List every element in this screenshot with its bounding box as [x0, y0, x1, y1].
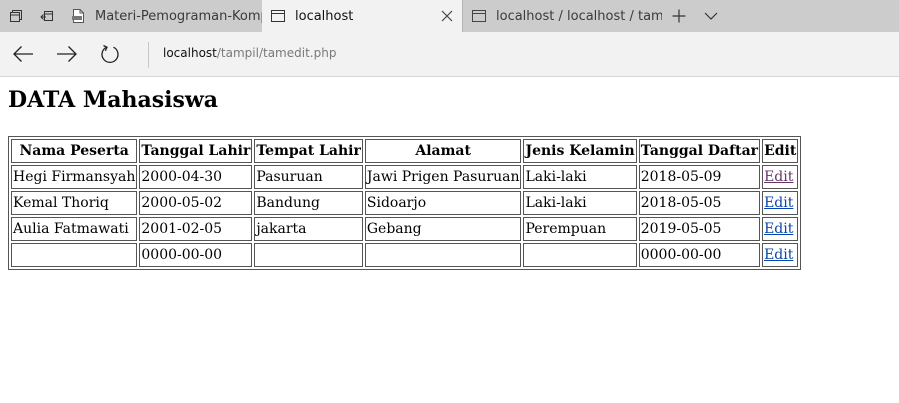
- arrow-right-icon: [57, 46, 77, 62]
- edit-link[interactable]: Edit: [764, 195, 793, 211]
- page-icon: [472, 10, 486, 22]
- cell-tanggal-lahir: 2000-04-30: [139, 165, 253, 189]
- cell-tanggal-lahir: 2001-02-05: [139, 217, 253, 241]
- back-button[interactable]: [10, 42, 36, 66]
- tab-materi-pemograman[interactable]: Materi-Pemograman-Komp: [62, 0, 262, 32]
- table-header-row: Nama Peserta Tanggal Lahir Tempat Lahir …: [11, 139, 799, 163]
- page-icon: [271, 10, 285, 22]
- tabs-aside-icon: [9, 10, 22, 22]
- cell-edit: Edit: [762, 165, 799, 189]
- cell-edit: Edit: [762, 191, 799, 215]
- arrow-left-icon: [13, 46, 33, 62]
- tab-phpmyadmin[interactable]: localhost / localhost / tamp: [462, 0, 662, 32]
- tab-label: localhost / localhost / tamp: [496, 8, 662, 24]
- tab-localhost-active[interactable]: localhost: [262, 0, 462, 32]
- tab-preview-button[interactable]: [696, 0, 726, 32]
- chevron-down-icon: [704, 12, 718, 20]
- cell-nama: [11, 243, 138, 267]
- edit-link[interactable]: Edit: [764, 247, 793, 263]
- navigation-bar: localhost/tampil/tamedit.php: [0, 32, 899, 77]
- forward-button[interactable]: [54, 42, 80, 66]
- cell-tanggal-lahir: 0000-00-00: [139, 243, 253, 267]
- cell-tanggal-daftar: 2019-05-05: [638, 217, 761, 241]
- header-alamat: Alamat: [364, 139, 522, 163]
- cell-tanggal-daftar: 2018-05-09: [638, 165, 761, 189]
- refresh-icon: [101, 44, 119, 63]
- set-aside-icon: [39, 11, 53, 21]
- close-icon[interactable]: [440, 9, 454, 23]
- table-row: Aulia Fatmawati 2001-02-05 jakarta Geban…: [11, 217, 799, 241]
- header-edit: Edit: [762, 139, 799, 163]
- tab-manager-button[interactable]: [0, 0, 31, 32]
- table-row: Hegi Firmansyah 2000-04-30 Pasuruan Jawi…: [11, 165, 799, 189]
- new-tab-button[interactable]: [662, 0, 696, 32]
- header-tanggal-lahir: Tanggal Lahir: [139, 139, 253, 163]
- cell-tempat-lahir: jakarta: [254, 217, 363, 241]
- cell-nama: Kemal Thoriq: [11, 191, 138, 215]
- table-row: Kemal Thoriq 2000-05-02 Bandung Sidoarjo…: [11, 191, 799, 215]
- address-bar[interactable]: localhost/tampil/tamedit.php: [163, 46, 336, 60]
- tab-strip: Materi-Pemograman-Komp localhost localho…: [0, 0, 899, 32]
- toolbar-divider: [148, 42, 149, 68]
- tab-label: Materi-Pemograman-Komp: [95, 8, 262, 24]
- cell-tanggal-lahir: 2000-05-02: [139, 191, 253, 215]
- cell-alamat: [364, 243, 522, 267]
- header-nama-peserta: Nama Peserta: [11, 139, 138, 163]
- cell-jenis-kelamin: Laki-laki: [523, 191, 637, 215]
- tab-label: localhost: [295, 8, 354, 24]
- page-content: DATA Mahasiswa Nama Peserta Tanggal Lahi…: [0, 78, 899, 403]
- cell-tanggal-daftar: 0000-00-00: [638, 243, 761, 267]
- table-row: 0000-00-00 0000-00-00 Edit: [11, 243, 799, 267]
- cell-jenis-kelamin: Laki-laki: [523, 165, 637, 189]
- cell-alamat: Gebang: [364, 217, 522, 241]
- page-title: DATA Mahasiswa: [8, 87, 219, 113]
- cell-jenis-kelamin: Perempuan: [523, 217, 637, 241]
- edit-link[interactable]: Edit: [764, 221, 793, 237]
- cell-tempat-lahir: Bandung: [254, 191, 363, 215]
- cell-tanggal-daftar: 2018-05-05: [638, 191, 761, 215]
- cell-tempat-lahir: [254, 243, 363, 267]
- cell-alamat: Jawi Prigen Pasuruan: [364, 165, 522, 189]
- mahasiswa-table: Nama Peserta Tanggal Lahir Tempat Lahir …: [8, 136, 802, 270]
- refresh-button[interactable]: [97, 42, 123, 66]
- pdf-icon: [72, 9, 84, 23]
- header-tempat-lahir: Tempat Lahir: [254, 139, 363, 163]
- header-jenis-kelamin: Jenis Kelamin: [523, 139, 637, 163]
- cell-edit: Edit: [762, 243, 799, 267]
- set-tabs-aside-button[interactable]: [31, 0, 62, 32]
- address-host: localhost: [163, 46, 217, 60]
- cell-jenis-kelamin: [523, 243, 637, 267]
- header-tanggal-daftar: Tanggal Daftar: [638, 139, 761, 163]
- cell-edit: Edit: [762, 217, 799, 241]
- cell-tempat-lahir: Pasuruan: [254, 165, 363, 189]
- edit-link[interactable]: Edit: [764, 169, 793, 185]
- plus-icon: [672, 9, 686, 23]
- cell-nama: Hegi Firmansyah: [11, 165, 138, 189]
- address-path: /tampil/tamedit.php: [216, 46, 337, 60]
- cell-nama: Aulia Fatmawati: [11, 217, 138, 241]
- cell-alamat: Sidoarjo: [364, 191, 522, 215]
